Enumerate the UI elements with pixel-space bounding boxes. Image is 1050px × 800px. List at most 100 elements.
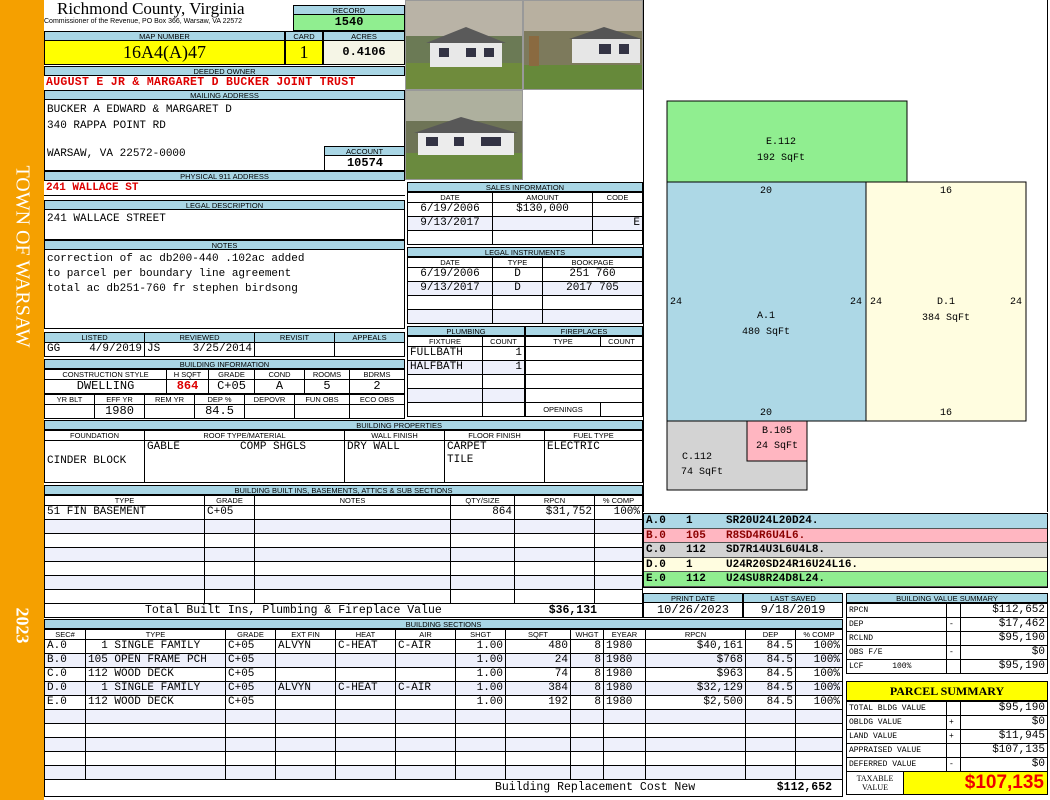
builtin-cell [514, 547, 595, 562]
sketch-area[interactable]: E.112 192 SqFt A.1 480 SqFt D.1 384 SqFt… [643, 0, 1048, 512]
legend-path: R8SD4R6U4L6. [726, 529, 806, 542]
section-cell [275, 709, 336, 724]
owner-name: AUGUST E JR & MARGARET D BUCKER JOINT TR… [46, 76, 356, 89]
section-row [44, 737, 843, 752]
floor-finish-value: CARPET [447, 441, 487, 454]
note-line: total ac db251-760 fr stephen birdsong [47, 283, 298, 295]
section-cell: 100% [795, 653, 843, 668]
legend-section: C.0 [646, 544, 666, 556]
sketch-area-a [666, 181, 867, 422]
parcel-summary-operator: - [946, 757, 961, 772]
builtin-cell [254, 519, 451, 534]
parcel-summary-label: DEFERRED VALUE [846, 757, 947, 772]
section-cell [395, 653, 456, 668]
map-row: MAP NUMBER 16A4(A)47 CARD 1 ACRES 0.4106 [44, 31, 405, 65]
builtin-cell [44, 561, 205, 576]
value-summary-label: BUILDING VALUE SUMMARY [846, 593, 1048, 603]
builtin-cell [450, 519, 515, 534]
plumbing-header: FIXTURE [407, 336, 483, 347]
instruments-section: LEGAL INSTRUMENTS DATE TYPE BOOKPAGE 6/19/2… [407, 247, 643, 324]
section-cell: C+05 [225, 667, 276, 682]
building-info-header: DEPOVR [244, 394, 295, 405]
legend-path: SR20U24L20D24. [726, 515, 819, 527]
builtin-row [44, 589, 643, 604]
building-info-value [244, 404, 295, 419]
parcel-summary-row: OBLDG VALUE + $0 [846, 715, 1048, 730]
builtin-cell [204, 589, 255, 604]
section-header: RPCN [645, 629, 746, 640]
builtins-total-label: Total Built Ins, Plumbing & Fireplace Va… [145, 604, 442, 617]
section-row: E.0 112 WOOD DECK C+05 1.00 192 8 1980 $2,500 84… [44, 695, 843, 710]
section-cell [570, 751, 604, 766]
acres-value: 0.4106 [323, 41, 405, 65]
legal-section: LEGAL DESCRIPTION 241 WALLACE STREET [44, 200, 405, 240]
section-cell: $768 [645, 653, 746, 668]
section-cell [645, 723, 746, 738]
builtin-header: RPCN [514, 495, 595, 506]
section-row: C.0 112 WOOD DECK C+05 1.00 74 8 1980 $963 84.5 1… [44, 667, 843, 682]
builtin-cell [594, 547, 643, 562]
plumbing-cell [407, 388, 483, 403]
section-row [44, 723, 843, 738]
parcel-summary-label: PARCEL SUMMARY [846, 681, 1048, 701]
house-photo[interactable] [405, 90, 523, 180]
sketch-label: E.112 [766, 137, 796, 148]
sale-cell [592, 230, 643, 245]
county-subtitle: Commissioner of the Revenue, PO Box 366,… [44, 18, 243, 25]
plumbing-cell: FULLBATH [407, 346, 483, 361]
section-cell [795, 723, 843, 738]
house-photo[interactable] [405, 0, 523, 90]
building-info-header: COND [254, 369, 305, 380]
section-cell: C+05 [225, 639, 276, 654]
instrument-cell: 251 760 [542, 267, 643, 282]
section-cell: 8 [570, 681, 604, 696]
section-cell: 100% [795, 667, 843, 682]
plumbing-cell: 1 [482, 360, 525, 375]
instruments-label: LEGAL INSTRUMENTS [407, 247, 643, 257]
value-summary-value: $95,190 [960, 631, 1048, 646]
builtin-cell [44, 519, 205, 534]
sidebar: TOWN OF WARSAW 2023 [0, 0, 44, 800]
appeals-value [334, 342, 405, 357]
plumbing-cell [482, 402, 525, 417]
builtin-cell [44, 589, 205, 604]
section-cell: E.0 [44, 695, 86, 710]
physical-label: PHYSICAL 911 ADDRESS [44, 171, 405, 181]
section-cell: 84.5 [745, 695, 796, 710]
county-title: Richmond County, Virginia [57, 0, 245, 18]
sketch-label: A.1 [757, 311, 775, 322]
legend-code: 105 [686, 529, 706, 542]
section-cell [745, 751, 796, 766]
sketch-sqft: 384 SqFt [922, 313, 970, 324]
taxable-row: TAXABLE VALUE $107,135 [846, 772, 1048, 795]
section-row: A.0 1 SINGLE FAMILY C+05 ALVYN C-HEAT C-AIR 1… [44, 639, 843, 654]
mailing-label: MAILING ADDRESS [44, 90, 405, 100]
listed-by: GG [47, 343, 61, 356]
legend-path: U24R20SD24R16U24L16. [726, 558, 859, 571]
builtin-cell [44, 533, 205, 548]
section-header: TYPE [85, 629, 226, 640]
last-saved-label: LAST SAVED [743, 593, 843, 603]
house-photo[interactable] [523, 0, 643, 90]
dates-section: PRINT DATE 10/26/2023 LAST SAVED 9/18/2019 [643, 593, 843, 618]
builtin-row [44, 533, 643, 548]
value-summary-operator [946, 603, 961, 618]
section-cell [395, 695, 456, 710]
value-summary-value: $0 [960, 645, 1048, 660]
mailing-line: WARSAW, VA 22572-0000 [47, 148, 186, 160]
property-header: WALL FINISH [344, 430, 445, 441]
parcel-summary-label: LAND VALUE [846, 729, 947, 744]
section-cell: A.0 [44, 639, 86, 654]
instrument-cell: D [492, 267, 543, 282]
building-info-value [294, 404, 350, 419]
plumbing-cell: 1 [482, 346, 525, 361]
sale-row: 9/13/2017 E [407, 216, 643, 231]
section-cell [795, 751, 843, 766]
section-cell [335, 765, 396, 780]
section-cell: 84.5 [745, 667, 796, 682]
builtins-total-value: $36,131 [548, 604, 597, 617]
instrument-cell [542, 295, 643, 310]
property-header: FOUNDATION [44, 430, 145, 441]
section-cell [395, 751, 456, 766]
section-cell: 84.5 [745, 639, 796, 654]
